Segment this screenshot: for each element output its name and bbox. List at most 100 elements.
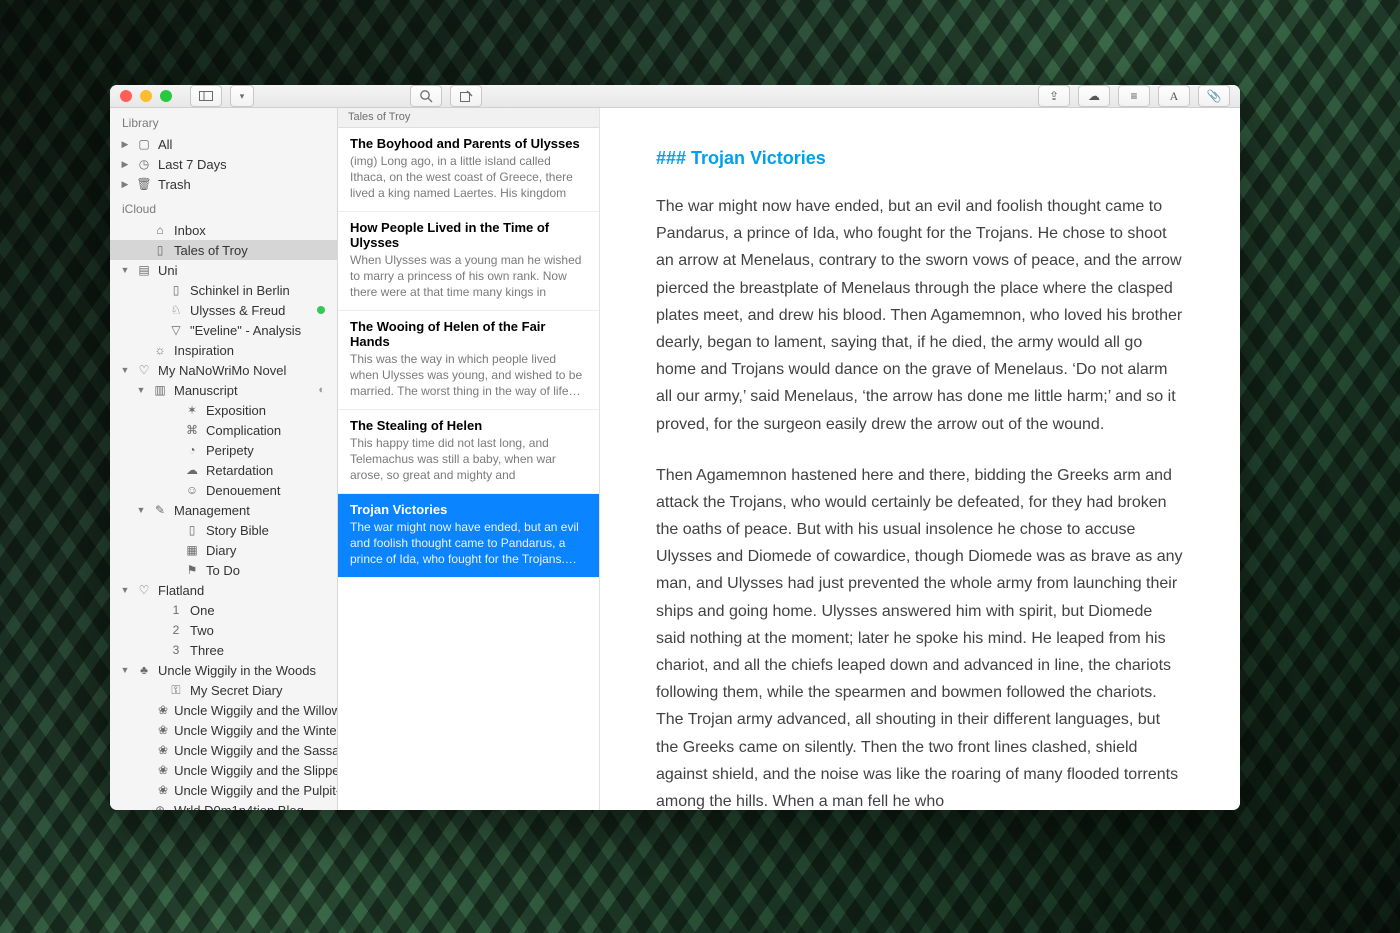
sidebar-item-label: Two [190, 623, 214, 638]
sidebar-item-two[interactable]: 2 Two [110, 620, 337, 640]
sidebar-item-tales-of-troy[interactable]: ▯Tales of Troy [110, 240, 337, 260]
sidebar-item-wrld-d0m1n4tion-blog[interactable]: ⊕Wrld D0m1n4tion Blog [110, 800, 337, 810]
sidebar-item-manuscript[interactable]: ▼▥Manuscript◐ [110, 380, 337, 400]
sidebar-item-label: My NaNoWriMo Novel [158, 363, 286, 378]
attachments-button[interactable]: 📎 [1198, 85, 1230, 107]
close-icon[interactable] [120, 90, 132, 102]
sidebar-item-inspiration[interactable]: ☼Inspiration [110, 340, 337, 360]
sidebar-item-label: Exposition [206, 403, 266, 418]
sidebar-item-eveline-analysis[interactable]: ▽"Eveline" - Analysis [110, 320, 337, 340]
sidebar-icon [199, 91, 213, 101]
note-list-item[interactable]: Trojan VictoriesThe war might now have e… [338, 494, 599, 578]
outline-button[interactable]: ≡ [1118, 85, 1150, 107]
sidebar-item-label: Management [174, 503, 250, 518]
sidebar-item-uncle-wiggily-in-the-woods[interactable]: ▼♣Uncle Wiggily in the Woods [110, 660, 337, 680]
sidebar-item-label: Uncle Wiggily and the Slippery Elm [174, 763, 337, 778]
sidebar-item-label: Peripety [206, 443, 254, 458]
typography-button[interactable]: A [1158, 85, 1190, 107]
sidebar-item-trash[interactable]: ▶🗑Trash [110, 174, 337, 194]
sidebar-item-label: Uni [158, 263, 178, 278]
sidebar-item-uncle-wiggily-and-the-slippery-elm[interactable]: ❀Uncle Wiggily and the Slippery Elm [110, 760, 337, 780]
compose-button[interactable] [450, 85, 482, 107]
disclosure-triangle-icon[interactable]: ▼ [120, 665, 130, 675]
progress-moon-icon: ◐ [318, 384, 325, 396]
editor-heading: ### Trojan Victories [656, 148, 1184, 169]
search-button[interactable] [410, 85, 442, 107]
sidebar-item-schinkel-in-berlin[interactable]: ▯ Schinkel in Berlin [110, 280, 337, 300]
sidebar-item-label: Story Bible [206, 523, 269, 538]
sidebar-item-label: Tales of Troy [174, 243, 248, 258]
sidebar-item-label: Uncle Wiggily in the Woods [158, 663, 316, 678]
note-list-item[interactable]: How People Lived in the Time of UlyssesW… [338, 212, 599, 311]
cloud-icon: ☁ [184, 463, 200, 477]
editor-paragraph: Then Agamemnon hastened here and there, … [656, 462, 1184, 810]
sidebar-item-denouement[interactable]: ☺Denouement [110, 480, 337, 500]
sidebar-item-all[interactable]: ▶▢All [110, 134, 337, 154]
sidebar-item-complication[interactable]: ⌘Complication [110, 420, 337, 440]
sidebar-item-uncle-wiggily-and-the-sassafras[interactable]: ❀ Uncle Wiggily and the Sassafras [110, 740, 337, 760]
disclosure-triangle-icon[interactable]: ▼ [120, 585, 130, 595]
sidebar-item-ulysses-freud[interactable]: ♘Ulysses & Freud [110, 300, 337, 320]
share-icon: ⇪ [1049, 89, 1059, 103]
sidebar-item-flatland[interactable]: ▼♡Flatland [110, 580, 337, 600]
book-icon: ▤ [136, 263, 152, 277]
sidebar-item-inbox[interactable]: ⌂Inbox [110, 220, 337, 240]
sidebar-item-label: Denouement [206, 483, 280, 498]
cloud-button[interactable]: ☁︎ [1078, 85, 1110, 107]
search-icon [419, 89, 433, 103]
sidebar-item-label: Uncle Wiggily and the Sassafras [174, 743, 337, 758]
disclosure-triangle-icon[interactable]: ▶ [120, 139, 130, 150]
disclosure-triangle-icon[interactable]: ▼ [120, 265, 130, 275]
calendar-icon: ▦ [184, 543, 200, 557]
paperclip-icon: 📎 [1207, 89, 1222, 103]
share-button[interactable]: ⇪ [1038, 85, 1070, 107]
acorn-icon: ❀ [158, 703, 168, 717]
sidebar-item-retardation[interactable]: ☁Retardation [110, 460, 337, 480]
sidebar-item-story-bible[interactable]: ▯Story Bible [110, 520, 337, 540]
disclosure-triangle-icon[interactable]: ▼ [120, 365, 130, 375]
sidebar-item-exposition[interactable]: ✶Exposition [110, 400, 337, 420]
sidebar-item-to-do[interactable]: ⚑To Do [110, 560, 337, 580]
sidebar-item-last-7-days[interactable]: ▶◷Last 7 Days [110, 154, 337, 174]
heart-icon: ♡ [136, 583, 152, 597]
disclosure-triangle-icon[interactable]: ▶ [120, 159, 130, 170]
sidebar-item-uncle-wiggily-and-the-pulpit-jack[interactable]: ❀Uncle Wiggily and the Pulpit-Jack [110, 780, 337, 800]
sidebar-toggle-button[interactable] [190, 85, 222, 107]
fullscreen-icon[interactable] [160, 90, 172, 102]
acorn-icon: ❀ [158, 743, 168, 757]
sidebar-item-label: Uncle Wiggily and the Wintergreen [174, 723, 337, 738]
minimize-icon[interactable] [140, 90, 152, 102]
dial-icon: ◔ [184, 443, 200, 457]
sidebar-item-one[interactable]: 1One [110, 600, 337, 620]
num2-icon: 2 [168, 623, 184, 637]
note-list-item[interactable]: The Wooing of Helen of the Fair HandsThi… [338, 311, 599, 410]
sidebar-item-label: Schinkel in Berlin [190, 283, 290, 298]
doc-icon: ▯ [168, 283, 184, 297]
traffic-lights [120, 90, 172, 102]
sidebar-item-my-secret-diary[interactable]: ⚿My Secret Diary [110, 680, 337, 700]
note-title: The Boyhood and Parents of Ulysses [350, 136, 587, 151]
sidebar-item-uncle-wiggily-and-the-wintergreen[interactable]: ❀Uncle Wiggily and the Wintergreen [110, 720, 337, 740]
sidebar-item-diary[interactable]: ▦Diary [110, 540, 337, 560]
note-preview: This was the way in which people lived w… [350, 351, 587, 399]
trash-icon: 🗑 [136, 177, 152, 191]
sidebar-dropdown-button[interactable]: ▾ [230, 85, 254, 107]
note-list-item[interactable]: The Boyhood and Parents of Ulysses(img) … [338, 128, 599, 212]
sidebar-item-peripety[interactable]: ◔ Peripety [110, 440, 337, 460]
globe-icon: ⊕ [152, 803, 168, 810]
sidebar-item-uni[interactable]: ▼ ▤ Uni [110, 260, 337, 280]
sidebar-item-three[interactable]: 3Three [110, 640, 337, 660]
disclosure-triangle-icon[interactable]: ▶ [120, 179, 130, 190]
num3-icon: 3 [168, 643, 184, 657]
disclosure-triangle-icon[interactable]: ▼ [136, 505, 146, 515]
sidebar-item-label: Inspiration [174, 343, 234, 358]
sidebar-item-my-nanowrimo-novel[interactable]: ▼♡My NaNoWriMo Novel [110, 360, 337, 380]
sidebar-item-management[interactable]: ▼✎Management [110, 500, 337, 520]
sidebar-item-uncle-wiggily-and-the-willow-tree[interactable]: ❀Uncle Wiggily and the Willow Tree [110, 700, 337, 720]
note-title: How People Lived in the Time of Ulysses [350, 220, 587, 250]
sidebar-item-label: Manuscript [174, 383, 238, 398]
sidebar-item-label: Inbox [174, 223, 206, 238]
note-list-item[interactable]: The Stealing of HelenThis happy time did… [338, 410, 599, 494]
disclosure-triangle-icon[interactable]: ▼ [136, 385, 146, 395]
editor[interactable]: ### Trojan Victories The war might now h… [600, 108, 1240, 810]
